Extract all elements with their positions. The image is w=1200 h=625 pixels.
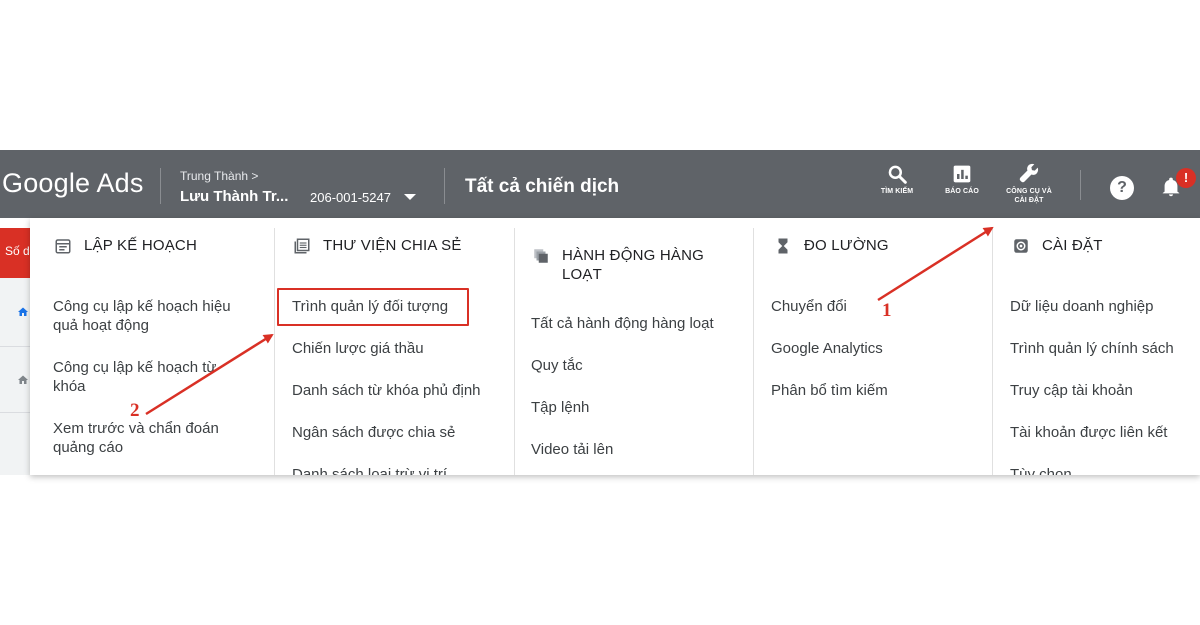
annotation-step-2: 2 (130, 400, 140, 421)
annotation-arrow-1 (877, 226, 994, 302)
annotation-overlay (145, 226, 994, 416)
annotation-arrow-2 (145, 333, 274, 416)
annotation-step-1: 1 (882, 300, 892, 321)
